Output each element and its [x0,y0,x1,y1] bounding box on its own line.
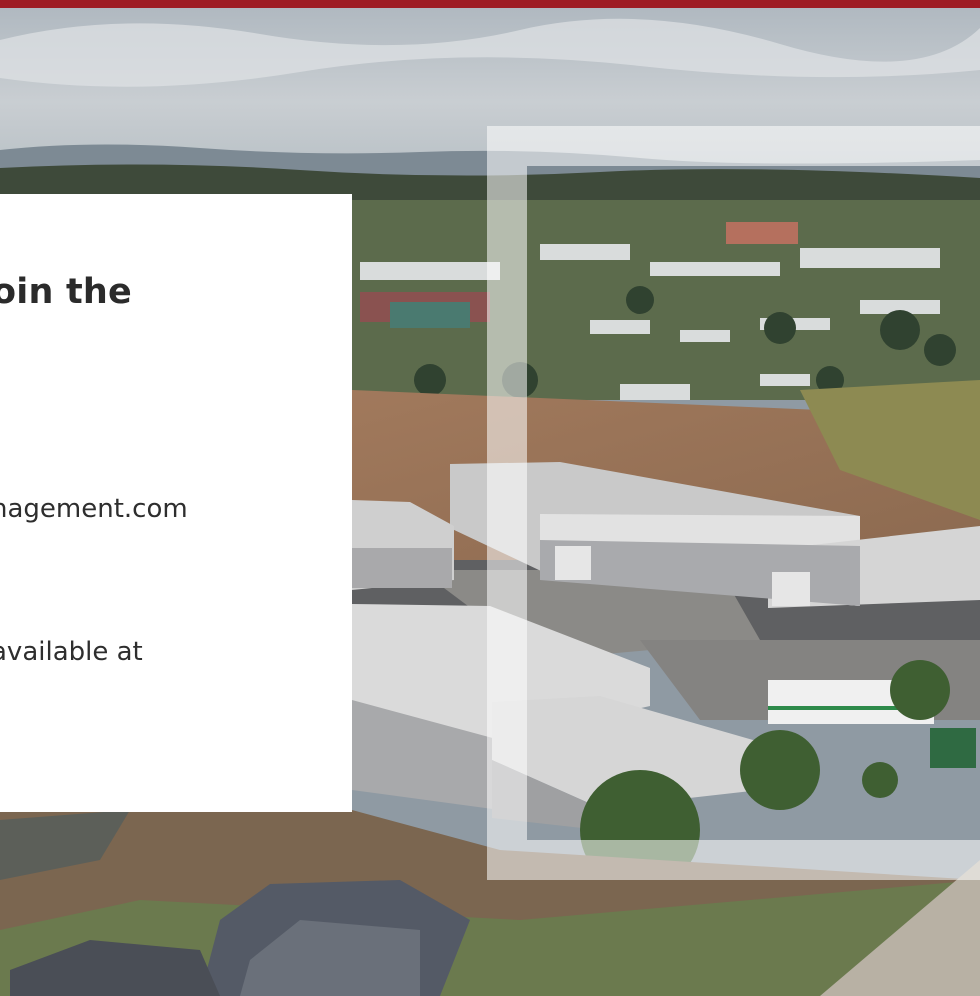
content-card: oin the nagement.com available at [0,194,352,812]
brand-top-bar [0,0,980,8]
email-link[interactable]: nagement.com [0,494,188,524]
card-heading: oin the [0,272,132,312]
availability-text: available at [0,637,143,667]
decorative-frame-outline [487,126,980,880]
hero-section: oin the nagement.com available at [0,0,980,996]
